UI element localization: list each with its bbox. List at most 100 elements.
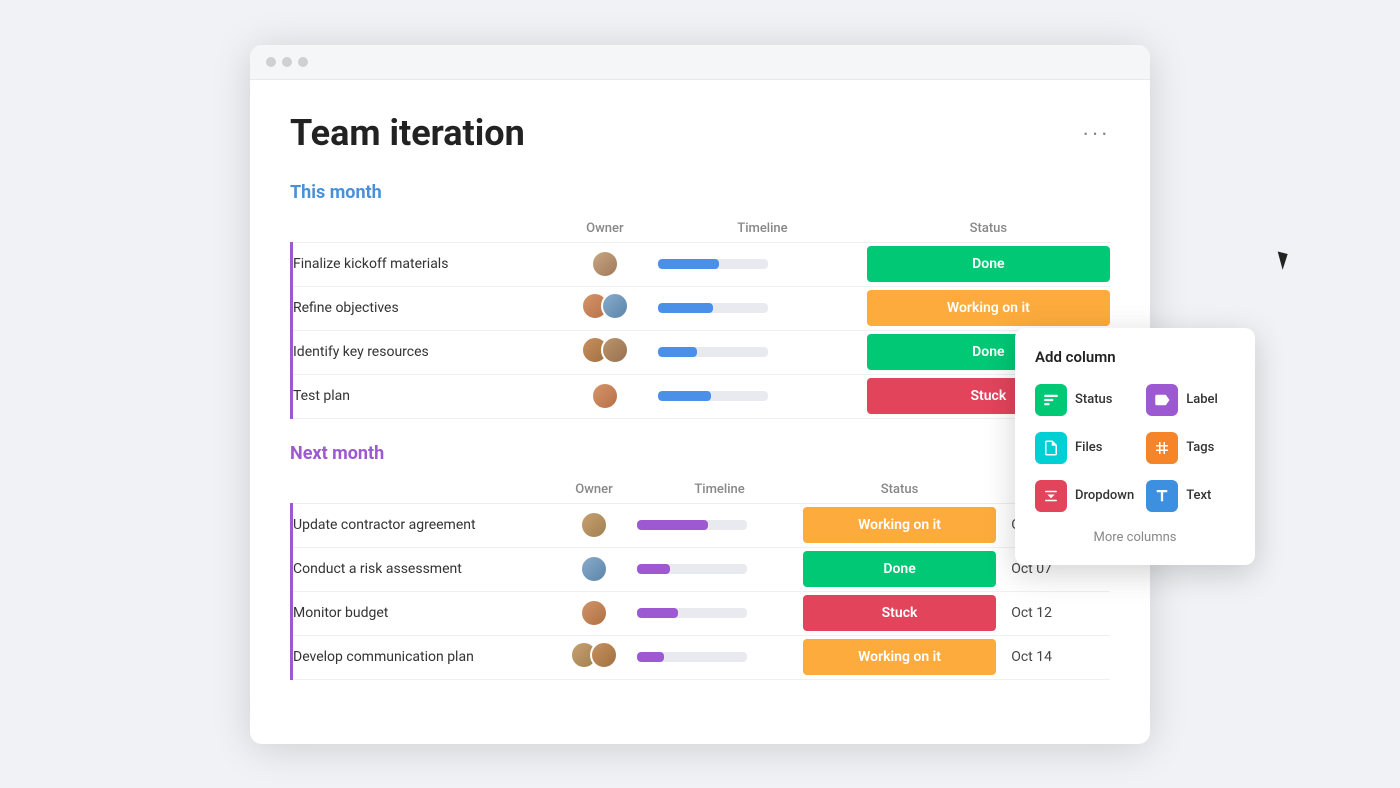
status-badge[interactable]: Done (867, 246, 1110, 282)
status-cell[interactable]: Done (803, 547, 997, 591)
empty-cell (1067, 635, 1110, 679)
task-name: Identify key resources (292, 330, 552, 374)
section-this-month: This month Owner Timeline Status Finaliz… (290, 182, 1110, 419)
timeline-bar-fill (658, 303, 713, 313)
col-task-name-0 (292, 215, 552, 243)
timeline-bar-bg (658, 303, 768, 313)
tags-col-label: Tags (1186, 440, 1214, 455)
task-name: Develop communication plan (292, 635, 552, 679)
column-option-status[interactable]: Status (1035, 382, 1134, 418)
status-col-icon (1035, 384, 1067, 416)
task-name: Refine objectives (292, 286, 552, 330)
task-name: Update contractor agreement (292, 503, 552, 547)
empty-cell (1067, 591, 1110, 635)
status-cell[interactable]: Working on it (867, 286, 1110, 330)
status-cell[interactable]: Working on it (803, 503, 997, 547)
status-cell[interactable]: Done (867, 242, 1110, 286)
column-option-label[interactable]: Label (1146, 382, 1235, 418)
status-badge[interactable]: Working on it (803, 507, 997, 543)
task-name: Monitor budget (292, 591, 552, 635)
col-status-0: Status (867, 215, 1110, 243)
table-row: Test plan Stuck (292, 374, 1111, 418)
avatar-group (570, 641, 618, 669)
status-badge[interactable]: Working on it (803, 639, 997, 675)
col-status-1: Status (803, 476, 997, 504)
browser-dot-1 (266, 57, 276, 67)
column-option-tags[interactable]: Tags (1146, 430, 1235, 466)
task-name: Test plan (292, 374, 552, 418)
date-cell: Oct 14 (996, 635, 1066, 679)
status-cell[interactable]: Stuck (803, 591, 997, 635)
browser-dot-2 (282, 57, 292, 67)
dropdown-col-icon (1035, 480, 1067, 512)
avatar (580, 511, 608, 539)
table-row: Develop communication plan (292, 635, 1111, 679)
column-option-text[interactable]: Text (1146, 478, 1235, 514)
section-next-month: Next month Owner Timeline Status Date + (290, 443, 1110, 680)
table-row: Update contractor agreement Working on i… (292, 503, 1111, 547)
task-name: Finalize kickoff materials (292, 242, 552, 286)
owner-cell (552, 286, 659, 330)
this-month-title: This month (290, 182, 1110, 203)
date-cell: Oct 12 (996, 591, 1066, 635)
status-badge[interactable]: Stuck (803, 595, 997, 631)
col-owner-1: Owner (552, 476, 637, 504)
timeline-bar-bg (658, 391, 768, 401)
timeline-bar-fill (658, 259, 719, 269)
page-title: Team iteration (290, 112, 525, 154)
owner-cell (552, 547, 637, 591)
browser-content: Team iteration ··· This month Owner Time… (250, 80, 1150, 744)
col-timeline-0: Timeline (658, 215, 867, 243)
next-month-table: Owner Timeline Status Date + Update cont… (290, 476, 1110, 680)
timeline-cell (637, 635, 803, 679)
avatar (590, 641, 618, 669)
table-row: Conduct a risk assessment Done Oct (292, 547, 1111, 591)
table-row: Monitor budget Stuck Oct 12 (292, 591, 1111, 635)
status-cell[interactable]: Working on it (803, 635, 997, 679)
column-options: Status Label Files (1035, 382, 1235, 514)
col-timeline-1: Timeline (637, 476, 803, 504)
label-col-label: Label (1186, 392, 1218, 407)
timeline-cell (637, 591, 803, 635)
avatar (601, 292, 629, 320)
avatar (591, 382, 619, 410)
files-col-icon (1035, 432, 1067, 464)
timeline-bar-fill (658, 347, 697, 357)
status-badge[interactable]: Done (803, 551, 997, 587)
owner-cell (552, 374, 659, 418)
dropdown-col-label: Dropdown (1075, 488, 1134, 503)
status-col-label: Status (1075, 392, 1112, 407)
more-options-button[interactable]: ··· (1082, 120, 1110, 146)
timeline-bar-bg (658, 259, 768, 269)
owner-cell (552, 503, 637, 547)
column-option-files[interactable]: Files (1035, 430, 1134, 466)
files-col-label: Files (1075, 440, 1102, 455)
browser-dot-3 (298, 57, 308, 67)
timeline-bar-bg (658, 347, 768, 357)
page-header: Team iteration ··· (290, 112, 1110, 154)
avatar (580, 555, 608, 583)
browser-bar (250, 45, 1150, 80)
avatar-group (581, 292, 629, 320)
owner-cell (552, 635, 637, 679)
more-columns-link[interactable]: More columns (1035, 530, 1235, 545)
avatar (591, 250, 619, 278)
owner-cell (552, 242, 659, 286)
table-row: Refine objectives (292, 286, 1111, 330)
add-column-panel: Add column Status Label (1015, 328, 1255, 565)
timeline-bar-fill (637, 608, 679, 618)
timeline-bar-fill (637, 520, 709, 530)
timeline-cell (637, 547, 803, 591)
table-row: Finalize kickoff materials Done (292, 242, 1111, 286)
timeline-bar-bg (637, 652, 747, 662)
column-option-dropdown[interactable]: Dropdown (1035, 478, 1134, 514)
avatar-group (581, 336, 629, 364)
col-owner-0: Owner (552, 215, 659, 243)
text-col-label: Text (1186, 488, 1211, 503)
timeline-bar-bg (637, 608, 747, 618)
owner-cell (552, 330, 659, 374)
status-badge[interactable]: Working on it (867, 290, 1110, 326)
timeline-cell (637, 503, 803, 547)
next-month-title: Next month (290, 443, 1110, 464)
timeline-bar-fill (637, 652, 665, 662)
